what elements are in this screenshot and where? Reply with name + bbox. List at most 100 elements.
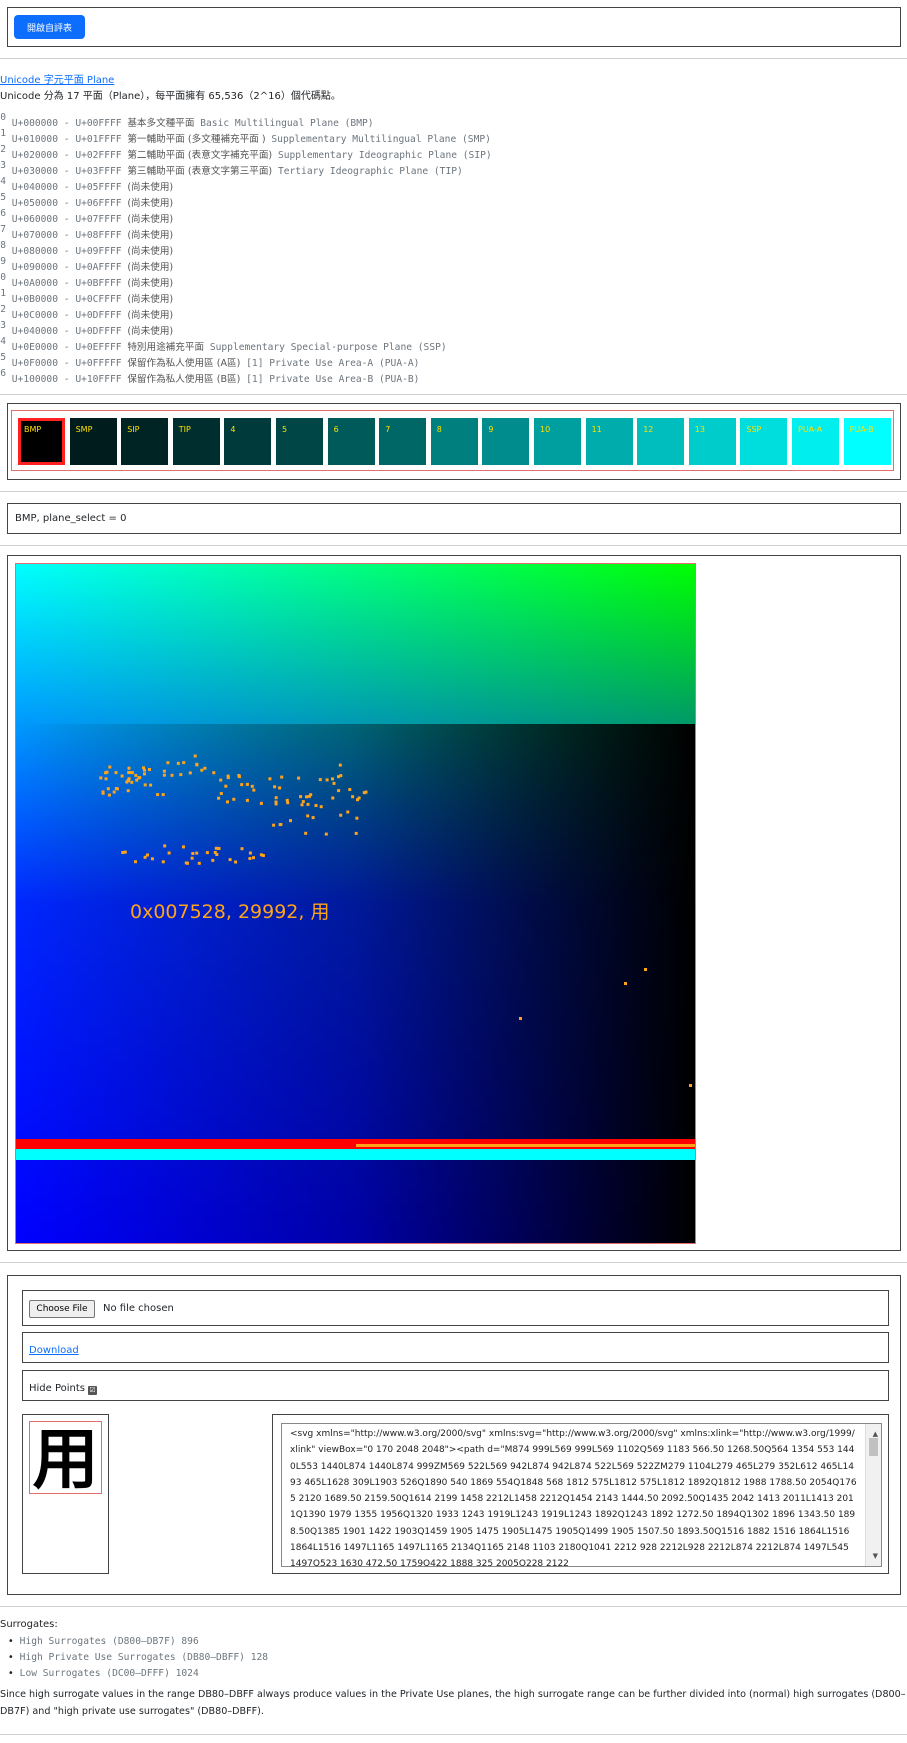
glyph-point — [186, 861, 189, 865]
plane-list-item: 11. U+0B0000 - U+0CFFFF (尚未使用) — [0, 286, 492, 305]
plane-list-item: 1. U+010000 - U+01FFFF 第一輔助平面 (多文種補充平面 )… — [0, 126, 492, 145]
hide-points-row: Hide Points ☑ — [22, 1370, 889, 1401]
canvas-panel: 0x007528, 29992, 用 — [7, 555, 901, 1251]
glyph-point — [325, 778, 329, 782]
hide-points-label[interactable]: Hide Points ☑ — [29, 1383, 98, 1395]
plane-square-8[interactable]: 8 — [430, 418, 478, 465]
plane-number: 15. — [0, 352, 6, 363]
controls-panel: Choose File No file chosen Download Hide… — [7, 1275, 901, 1595]
glyph-point — [337, 789, 341, 793]
gradient-dark — [16, 724, 695, 1243]
plane-list-item: 2. U+020000 - U+02FFFF 第二輔助平面 (表意文字補充平面)… — [0, 142, 492, 161]
glyph-point — [624, 982, 627, 985]
glyph-point — [259, 801, 263, 805]
textarea-scrollbar[interactable]: ▲ ▼ — [865, 1424, 881, 1566]
plane-square-4[interactable]: 4 — [224, 418, 272, 465]
plane-number: 0. — [0, 112, 6, 123]
glyph-point — [135, 778, 139, 782]
plane-list-item: 6. U+060000 - U+07FFFF (尚未使用) — [0, 206, 492, 225]
svg-source-textarea[interactable]: <svg xmlns="http://www.w3.org/2000/svg" … — [281, 1423, 882, 1567]
glyph-point — [134, 773, 138, 777]
glyph-point — [226, 800, 229, 804]
glyph-point — [101, 791, 105, 795]
plane-square-smp[interactable]: SMP — [69, 418, 117, 465]
plane-list-item: 16. U+100000 - U+10FFFF 保留作為私人使用區 (B區) [… — [0, 366, 492, 385]
glyph-point — [240, 783, 244, 787]
glyph-point — [289, 819, 292, 823]
plane-selector-row: BMP SMP SIP TIP 4 5 6 7 8 9 10 11 12 13 SSP PUA-A PUA-B — [11, 410, 894, 471]
glyph-point — [306, 802, 310, 806]
glyph-point — [357, 796, 361, 800]
glyph-point — [232, 797, 236, 801]
glyph-point — [272, 823, 276, 827]
unicode-plane-link[interactable]: Unicode 字元平面 Plane — [0, 71, 114, 86]
plane-number: 13. — [0, 320, 6, 331]
plane-square-13[interactable]: 13 — [688, 418, 736, 465]
plane-square-5[interactable]: 5 — [276, 418, 323, 465]
surrogates-note: Since high surrogate values in the range… — [0, 1689, 906, 1717]
plane-square-7[interactable]: 7 — [379, 418, 427, 465]
download-link[interactable]: Download — [29, 1345, 79, 1356]
glyph-point — [234, 860, 238, 864]
glyph-point — [120, 774, 124, 778]
yellow-band-segment — [356, 1144, 695, 1147]
glyph-point — [127, 777, 131, 781]
glyph-point — [278, 786, 282, 790]
plane-square-pua-b[interactable]: PUA-B — [843, 418, 891, 465]
glyph-point — [200, 768, 204, 772]
glyph-point — [162, 773, 166, 777]
surrogates-title: Surrogates: — [0, 1619, 58, 1630]
glyph-point — [211, 858, 215, 862]
glyph-point — [274, 796, 278, 800]
glyph-point — [304, 831, 308, 835]
glyph-point — [114, 787, 118, 790]
plane-list-item: 0. U+000000 - U+00FFFF 基本多文種平面 Basic Mul… — [0, 110, 492, 129]
plane-number: 2. — [0, 144, 6, 155]
glyph-point — [143, 768, 146, 772]
plane-square-9[interactable]: 9 — [482, 418, 530, 465]
plane-list-item: 13. U+040000 - U+0DFFFF (尚未使用) — [0, 318, 492, 337]
glyph-char: 用 — [33, 1422, 99, 1493]
plane-canvas[interactable]: 0x007528, 29992, 用 — [15, 563, 696, 1244]
glyph-point — [248, 857, 252, 860]
glyph-point — [170, 773, 174, 777]
plane-number: 12. — [0, 304, 6, 315]
list-item: High Private Use Surrogates (DB80–DBFF) … — [8, 1650, 268, 1666]
glyph-point — [134, 860, 137, 864]
glyph-point — [167, 851, 171, 855]
glyph-point — [237, 774, 241, 777]
glyph-point — [318, 778, 322, 782]
scroll-thumb[interactable] — [869, 1438, 878, 1456]
glyph-point — [197, 861, 201, 865]
scroll-down-icon[interactable]: ▼ — [873, 1548, 878, 1564]
plane-list: 0. U+000000 - U+00FFFF 基本多文種平面 Basic Mul… — [0, 110, 492, 385]
open-self-assessment-button[interactable]: 開啟自評表 — [14, 15, 85, 39]
hide-points-checkbox[interactable]: ☑ — [88, 1386, 98, 1395]
download-row: Download — [22, 1332, 889, 1363]
plane-square-ssp[interactable]: SSP — [740, 418, 788, 465]
choose-file-button[interactable]: Choose File — [29, 1300, 95, 1318]
plane-range: U+100000 - U+10FFFF — [11, 374, 122, 385]
plane-square-11[interactable]: 11 — [585, 418, 633, 465]
glyph-point — [214, 846, 218, 850]
glyph-point — [519, 1017, 522, 1020]
glyph-point — [348, 788, 352, 791]
glyph-point — [130, 780, 134, 784]
plane-square-tip[interactable]: TIP — [172, 418, 220, 465]
no-file-text: No file chosen — [103, 1303, 174, 1314]
plane-square-bmp[interactable]: BMP — [18, 418, 65, 465]
cyan-band — [16, 1149, 695, 1160]
glyph-point — [212, 771, 216, 775]
plane-square-6[interactable]: 6 — [327, 418, 375, 465]
glyph-point — [182, 845, 185, 849]
glyph-point — [252, 856, 255, 860]
plane-square-sip[interactable]: SIP — [121, 418, 169, 465]
glyph-point — [193, 754, 197, 758]
plane-square-pua-a[interactable]: PUA-A — [792, 418, 839, 465]
glyph-point — [240, 847, 244, 851]
plane-square-12[interactable]: 12 — [637, 418, 685, 465]
glyph-point — [339, 774, 343, 778]
glyph-point — [128, 771, 132, 775]
plane-square-10[interactable]: 10 — [534, 418, 581, 465]
plane-number: 9. — [0, 256, 6, 267]
